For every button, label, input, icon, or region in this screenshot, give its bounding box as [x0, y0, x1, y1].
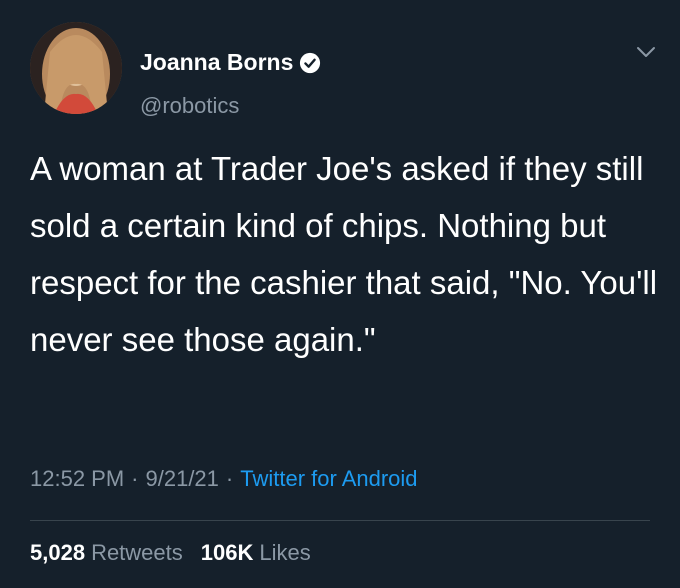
- retweets-stat[interactable]: 5,028 Retweets: [30, 540, 183, 566]
- tweet-card: Joanna Borns @robotics A woman at Trader…: [0, 0, 680, 588]
- likes-label: Likes: [259, 540, 311, 565]
- retweets-label: Retweets: [91, 540, 183, 565]
- tweet-time[interactable]: 12:52 PM: [30, 466, 124, 492]
- meta-separator: ·: [131, 466, 139, 491]
- display-name[interactable]: Joanna Borns: [140, 49, 293, 76]
- avatar-image: [30, 22, 122, 114]
- verified-badge-icon: [300, 52, 321, 73]
- user-handle[interactable]: @robotics: [140, 93, 239, 119]
- divider: [30, 520, 650, 521]
- likes-stat[interactable]: 106K Likes: [201, 540, 311, 566]
- meta-separator: ·: [225, 466, 234, 491]
- retweets-count: 5,028: [30, 540, 86, 565]
- tweet-text: A woman at Trader Joe's asked if they st…: [30, 150, 658, 358]
- chevron-down-icon[interactable]: [634, 40, 658, 64]
- avatar[interactable]: [30, 22, 122, 114]
- tweet-stats: 5,028 Retweets 106K Likes: [30, 540, 329, 566]
- tweet-source-link[interactable]: Twitter for Android: [240, 466, 417, 492]
- likes-count: 106K: [200, 540, 254, 565]
- tweet-header: Joanna Borns @robotics: [30, 22, 660, 122]
- tweet-meta: 12:52 PM · 9/21/21 · Twitter for Android: [30, 466, 418, 492]
- tweet-date[interactable]: 9/21/21: [146, 466, 219, 492]
- name-row: Joanna Borns: [140, 49, 321, 76]
